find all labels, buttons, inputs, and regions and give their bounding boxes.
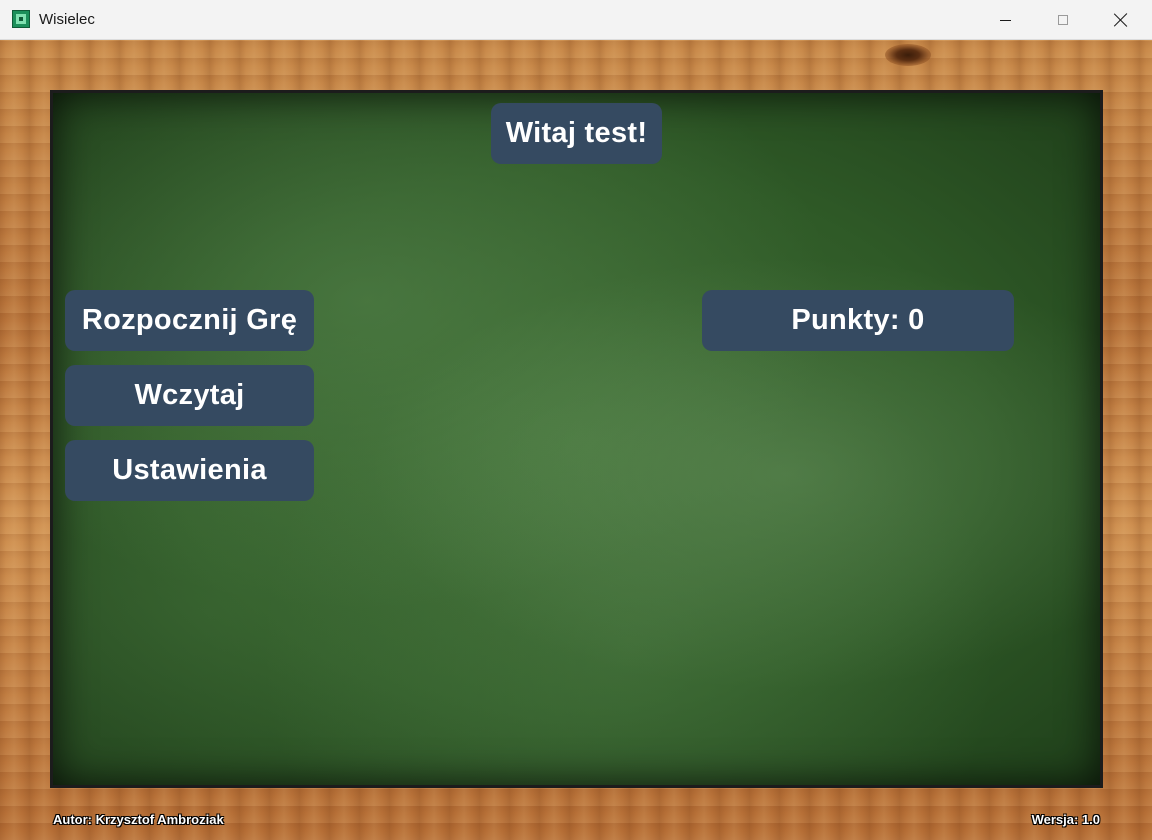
chalkboard xyxy=(50,90,1103,788)
points-display: Punkty: 0 xyxy=(702,290,1014,351)
load-game-button[interactable]: Wczytaj xyxy=(65,365,314,426)
greeting-label: Witaj test! xyxy=(491,103,662,164)
maximize-button[interactable] xyxy=(1034,0,1092,40)
app-window: Wisielec Witaj test! Rozpocznij Grę Wczy… xyxy=(0,0,1152,840)
close-icon xyxy=(1114,13,1128,27)
version-label: Wersja: 1.0 xyxy=(1031,812,1100,827)
minimize-button[interactable] xyxy=(976,0,1034,40)
wood-knot-decoration xyxy=(885,44,931,66)
start-game-button[interactable]: Rozpocznij Grę xyxy=(65,290,314,351)
close-button[interactable] xyxy=(1092,0,1150,40)
settings-button[interactable]: Ustawienia xyxy=(65,440,314,501)
author-label: Autor: Krzysztof Ambroziak xyxy=(53,812,224,827)
minimize-icon xyxy=(999,19,1011,21)
maximize-icon xyxy=(1058,15,1068,25)
title-bar[interactable]: Wisielec xyxy=(0,0,1152,40)
app-icon xyxy=(12,10,30,28)
window-title: Wisielec xyxy=(39,11,95,28)
